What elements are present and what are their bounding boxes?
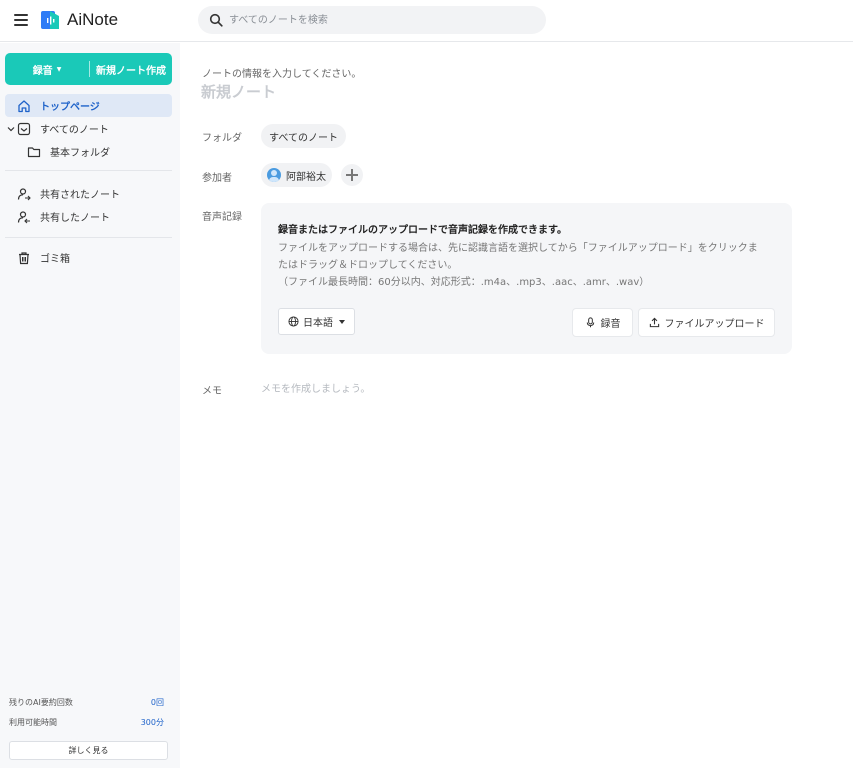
sidebar-divider [5,170,172,171]
sidebar-item-all-notes[interactable]: すべてのノート [5,117,172,140]
sidebar-item-basic-folder[interactable]: 基本フォルダ [5,140,172,163]
sidebar-item-shared-by-me[interactable]: 共有したノート [5,205,172,228]
sidebar-item-label: トップページ [40,102,100,113]
inbox-icon [17,122,31,135]
record-dropdown-button[interactable]: 録音 ▼ [5,53,89,85]
trash-icon [19,251,29,264]
language-select[interactable]: 日本語 [278,308,355,335]
avatar [267,168,281,182]
quota-value: 300分 [140,718,164,727]
create-button-group: 録音 ▼ 新規ノート作成 [5,53,172,85]
audio-description-line: たはドラッグ＆ドロップしてください。 [278,260,458,271]
microphone-icon [586,317,594,328]
top-header: AiNote [0,0,853,42]
quota-label: 利用可能時間 [9,718,57,727]
chevron-down-icon [339,319,345,324]
sidebar-item-label: すべてのノート [40,125,109,136]
sidebar-item-label: ゴミ箱 [40,254,70,265]
record-button-label: 録音 [32,65,53,77]
record-button[interactable]: 録音 [572,308,633,337]
sidebar-item-top-page[interactable]: トップページ [5,94,172,117]
language-value: 日本語 [303,318,333,329]
audio-heading: 録音またはファイルのアップロードで音声記録を作成できます。 [278,225,567,236]
sidebar: 録音 ▼ 新規ノート作成 トップページ すべてのノート 基本フォルダ 共有された… [0,43,180,768]
upload-button-label: ファイルアップロード [664,319,765,330]
chevron-down-icon: ▼ [56,65,62,73]
search-input[interactable] [229,6,529,34]
shared-user-icon [17,187,31,200]
folder-select[interactable]: すべてのノート [261,124,346,148]
audio-description-line: ファイルをアップロードする場合は、先に認識言語を選択してから「ファイルアップロー… [278,243,758,254]
participants-label: 参加者 [202,173,232,184]
sidebar-item-label: 共有したノート [40,213,110,224]
home-icon [18,99,30,112]
ai-summary-quota: 残りのAI要約回数 0回 [9,697,164,708]
app-title[interactable]: AiNote [67,10,118,30]
chevron-down-icon[interactable] [7,125,15,133]
form-hint: ノートの情報を入力してください。 [202,69,362,80]
logo-icon [41,11,59,29]
search-icon [209,13,223,27]
note-title-input[interactable] [201,83,701,101]
folder-icon [27,146,41,157]
memo-input[interactable] [261,381,781,397]
upload-icon [649,317,659,328]
participant-chip[interactable]: 阿部裕太 [261,163,332,187]
audio-description-line: （ファイル最長時間：60分以内、対応形式：.m4a、.mp3、.aac、.amr… [278,277,650,288]
add-participant-button[interactable] [341,164,363,186]
sidebar-divider [5,237,172,238]
menu-icon[interactable] [14,14,28,26]
note-editor: ノートの情報を入力してください。 フォルダ すべてのノート 参加者 阿部裕太 音… [180,43,853,768]
share-user-icon [17,210,30,223]
record-button-label: 録音 [600,319,621,330]
sidebar-item-shared-with-me[interactable]: 共有されたノート [5,182,172,205]
globe-icon [288,316,299,327]
new-note-button[interactable]: 新規ノート作成 [90,53,172,85]
folder-label: フォルダ [202,133,242,144]
audio-description: ファイルをアップロードする場合は、先に認識言語を選択してから「ファイルアップロー… [278,240,778,291]
search-bar[interactable] [198,6,546,34]
file-upload-button[interactable]: ファイルアップロード [638,308,775,337]
audio-record-panel: 録音またはファイルのアップロードで音声記録を作成できます。 ファイルをアップロー… [261,203,792,354]
sidebar-item-label: 共有されたノート [40,190,120,201]
audio-record-label: 音声記録 [202,212,242,223]
available-time-quota: 利用可能時間 300分 [9,717,164,728]
sidebar-item-label: 基本フォルダ [50,148,110,159]
sidebar-item-trash[interactable]: ゴミ箱 [5,246,172,269]
quota-label: 残りのAI要約回数 [9,698,73,707]
memo-label: メモ [202,386,222,397]
participant-name: 阿部裕太 [286,171,326,183]
details-button[interactable]: 詳しく見る [9,741,168,760]
quota-value: 0回 [150,698,164,707]
